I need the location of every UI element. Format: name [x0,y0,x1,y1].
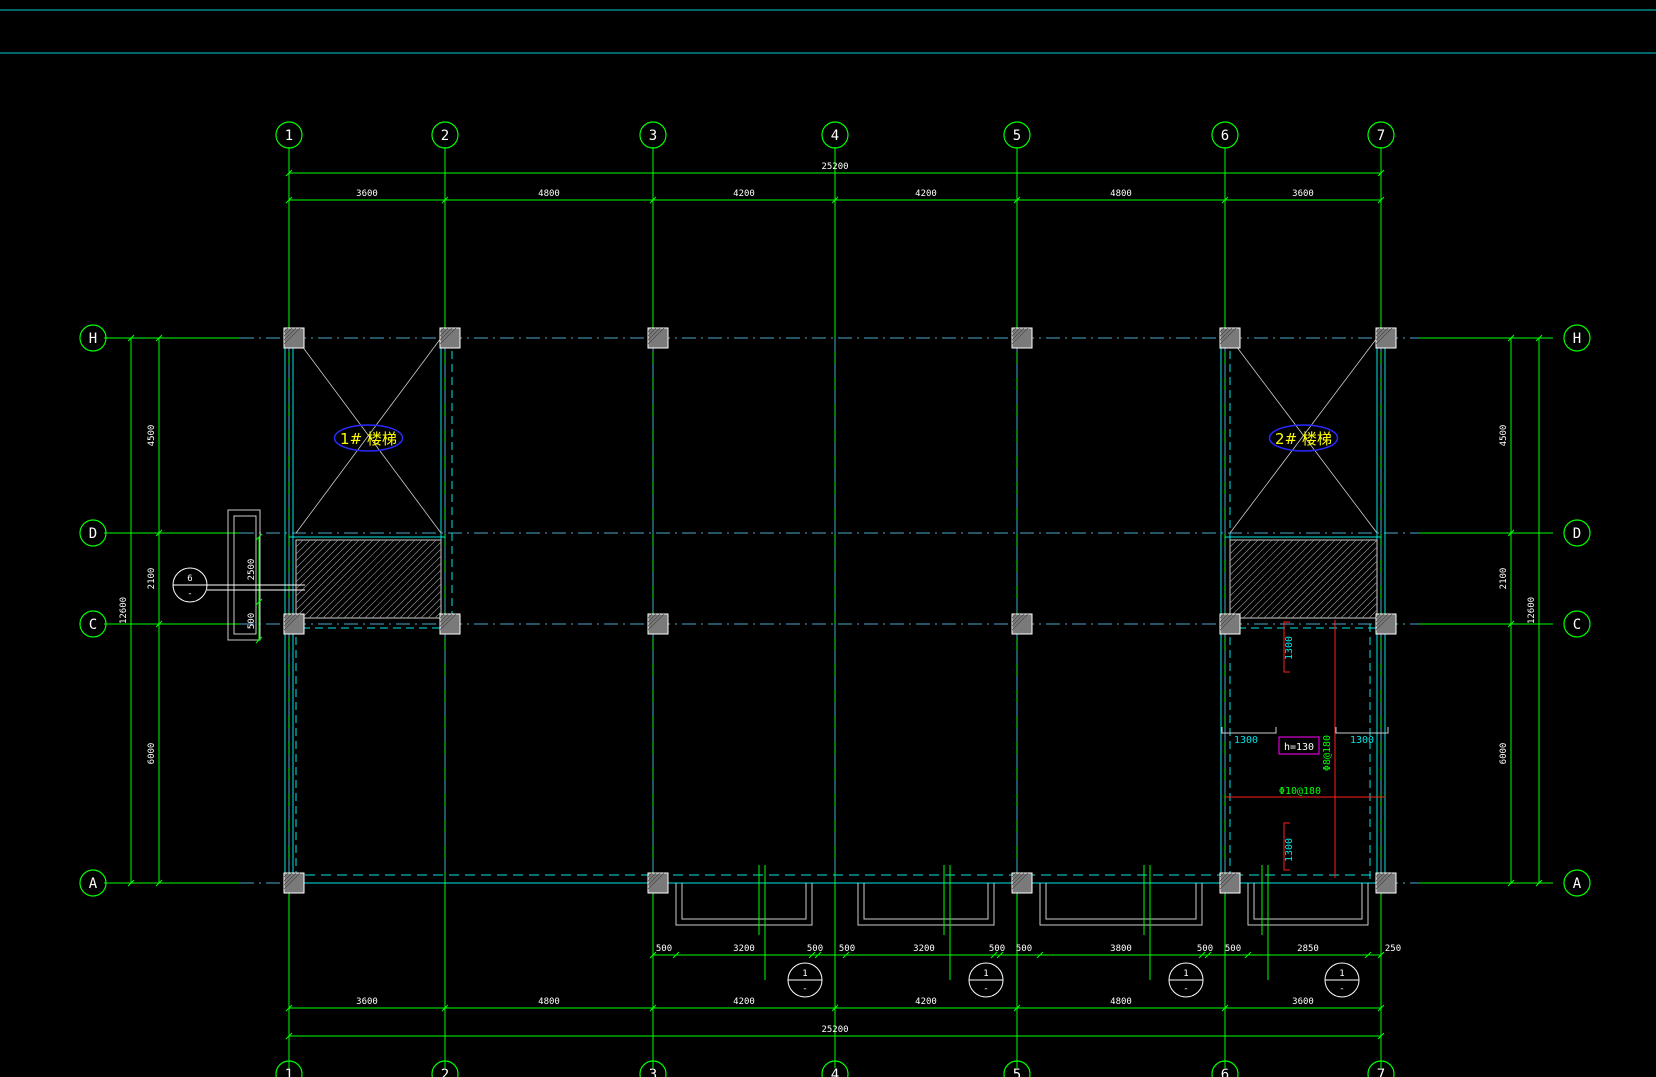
dim-top-total-label-0: 25200 [821,162,848,172]
section-mark-sheet-1: - [802,984,807,994]
dim-detail-label-0: 500 [656,944,672,954]
dim-detail-label-5: 500 [989,944,1005,954]
axis-bubble-top-1: 1 [285,128,293,144]
column-11 [1219,613,1241,635]
dim-left-span-label-1: 2100 [147,568,157,590]
column-9 [647,613,669,635]
axis-bubble-top-3: 3 [649,128,657,144]
column-14 [647,872,669,894]
axis-bubble-right-A: A [1573,876,1582,892]
column-10 [1011,613,1033,635]
axis-bubble-top-7: 7 [1377,128,1385,144]
axis-bubble-right-C: C [1573,617,1581,633]
axis-bubble-top-6: 6 [1221,128,1229,144]
dim-bottom-span-label-1: 4800 [538,997,560,1007]
axis-bubble-right-H: H [1573,331,1581,347]
dim-left-total-label-0: 12600 [119,597,129,624]
dim-left-span-label-2: 6000 [147,743,157,765]
stair-label-1: 1# 楼梯 [340,430,397,448]
section-mark-sheet-0: - [187,589,192,599]
axis-bubble-right-D: D [1573,526,1581,542]
column-3 [647,327,669,349]
dim-bottom-span-label-5: 3600 [1292,997,1314,1007]
column-16 [1219,872,1241,894]
dim-detail-label-11: 250 [1385,944,1401,954]
slab-len-top: 1300 [1284,636,1295,660]
axis-bubble-left-D: D [89,526,97,542]
axis-bubble-bottom-5: 5 [1013,1067,1021,1077]
dim-detail-label-9: 500 [1225,944,1241,954]
axis-bubble-bottom-6: 6 [1221,1067,1229,1077]
axis-bubble-left-H: H [89,331,97,347]
column-12 [1375,613,1397,635]
column-4 [1011,327,1033,349]
column-13 [283,872,305,894]
dim-detail-label-1: 3200 [733,944,755,954]
dim-bottom-span-label-2: 4200 [733,997,755,1007]
section-mark-number-3: 1 [1183,969,1188,979]
slab-len-right: 1300 [1350,735,1374,746]
section-mark-sheet-2: - [983,984,988,994]
section-mark-number-0: 6 [187,574,192,584]
axis-bubble-bottom-2: 2 [441,1067,449,1077]
column-8 [439,613,461,635]
dim-right-span-label-2: 6000 [1499,743,1509,765]
axis-bubble-bottom-7: 7 [1377,1067,1385,1077]
section-mark-number-4: 1 [1339,969,1344,979]
dim-right-total-label-0: 12600 [1527,597,1537,624]
dim-detail-label-4: 3200 [913,944,935,954]
axis-bubble-left-A: A [89,876,98,892]
dim-top-span-label-1: 4800 [538,189,560,199]
dim-bottom-span-label-0: 3600 [356,997,378,1007]
dim-detail-label-6: 500 [1016,944,1032,954]
column-15 [1011,872,1033,894]
slab-thickness: h=130 [1284,742,1314,753]
drawing-canvas[interactable]: 1# 楼梯 2# 楼梯 252003600 4800 4200 4200 4800 3600… [0,0,1656,1077]
dim-top-span-label-4: 4800 [1110,189,1132,199]
dim-detail-label-10: 2850 [1297,944,1319,954]
column-7 [283,613,305,635]
slab-len-bottom: 1300 [1284,838,1295,862]
rebar-vertical-label: Φ8@180 [1322,735,1333,771]
dim-detail-label-7: 3800 [1110,944,1132,954]
axis-bubble-top-4: 4 [831,128,839,144]
column-5 [1219,327,1241,349]
dim-bottom-total-label-0: 25200 [821,1025,848,1035]
dim-entrance-label-1: 500 [247,613,257,629]
section-mark-sheet-4: - [1339,984,1344,994]
dim-right-span-label-1: 2100 [1499,568,1509,590]
column-6 [1375,327,1397,349]
section-mark-number-2: 1 [983,969,988,979]
dim-top-span-label-5: 3600 [1292,189,1314,199]
rebar-horizontal-label: Φ10@180 [1279,786,1321,797]
column-2 [439,327,461,349]
dim-detail-label-3: 500 [839,944,855,954]
dim-bottom-span-label-3: 4200 [915,997,937,1007]
section-mark-number-1: 1 [802,969,807,979]
dim-right-span-label-0: 4500 [1499,425,1509,447]
axis-bubble-left-C: C [89,617,97,633]
dim-top-span-label-3: 4200 [915,189,937,199]
slab-len-left: 1300 [1234,735,1258,746]
axis-bubble-bottom-3: 3 [649,1067,657,1077]
axis-bubble-top-2: 2 [441,128,449,144]
axis-bubble-top-5: 5 [1013,128,1021,144]
dim-top-span-label-0: 3600 [356,189,378,199]
dim-left-span-label-0: 4500 [147,425,157,447]
axis-bubble-bottom-1: 1 [285,1067,293,1077]
stair-label-2: 2# 楼梯 [1275,430,1332,448]
axis-bubble-bottom-4: 4 [831,1067,839,1077]
dim-detail-label-8: 500 [1197,944,1213,954]
dim-top-span-label-2: 4200 [733,189,755,199]
dim-detail-label-2: 500 [807,944,823,954]
section-mark-sheet-3: - [1183,984,1188,994]
column-1 [283,327,305,349]
dim-bottom-span-label-4: 4800 [1110,997,1132,1007]
column-17 [1375,872,1397,894]
dim-entrance-label-0: 2500 [247,559,257,581]
